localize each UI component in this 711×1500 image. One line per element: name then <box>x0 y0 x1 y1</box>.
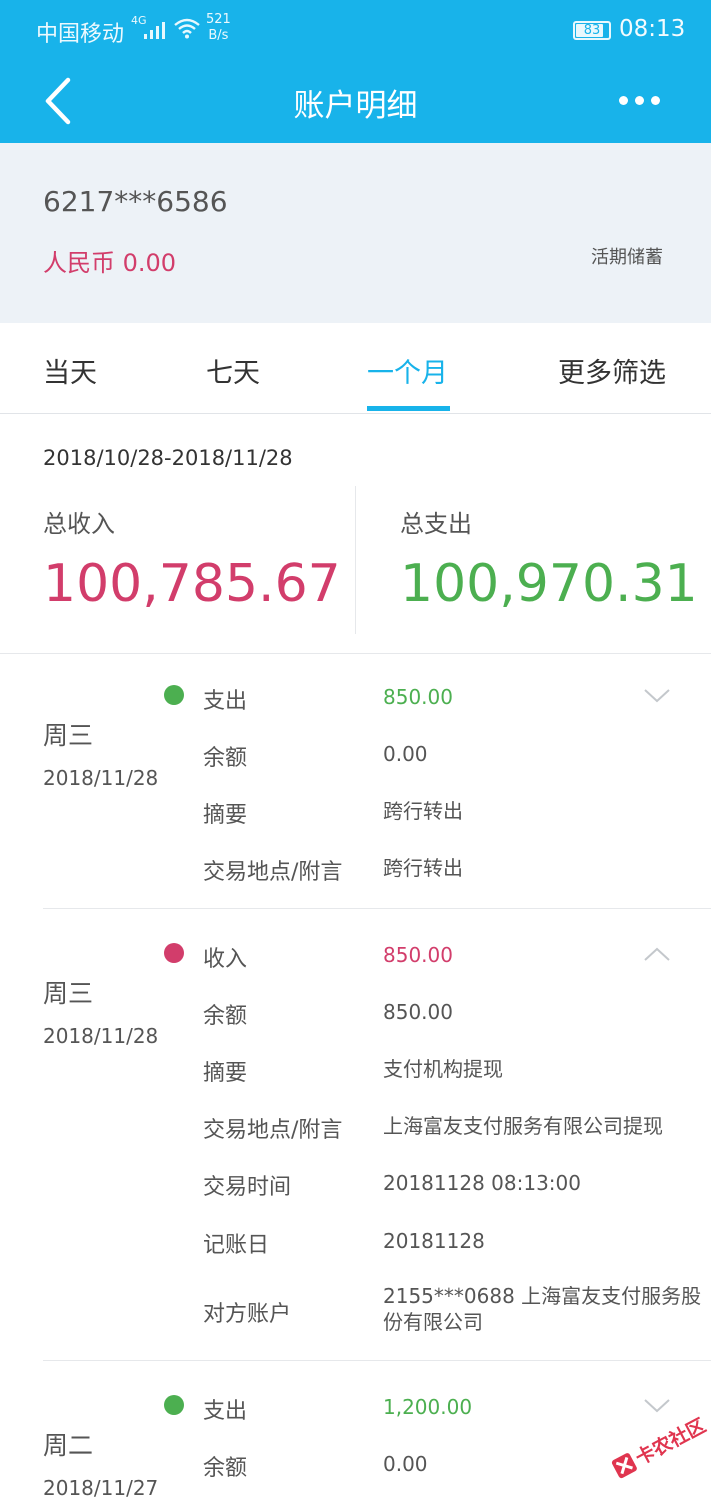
counterparty-account-value: 2155***0688 上海富友支付服务股份有限公司 <box>383 1284 702 1334</box>
location-note-label: 交易地点/附言 <box>203 860 343 885</box>
posting-date-value: 20181128 <box>383 1229 485 1253</box>
counterparty-account-label: 对方账户 <box>203 1302 292 1327</box>
transaction-weekday: 周三 <box>43 979 94 1008</box>
location-note-label: 交易地点/附言 <box>203 1118 343 1143</box>
transaction-type-label: 支出 <box>203 1399 248 1424</box>
transaction-date: 2018/11/28 <box>43 766 159 790</box>
posting-date-label: 记账日 <box>203 1233 270 1258</box>
summary-label: 摘要 <box>203 1061 248 1086</box>
wifi-icon <box>174 18 200 39</box>
signal-icon <box>144 22 165 39</box>
account-balance: 人民币 0.00 <box>43 249 177 277</box>
tab-seven-days[interactable]: 七天 <box>206 351 260 390</box>
balance-label: 余额 <box>203 1456 248 1481</box>
more-button[interactable] <box>616 86 662 116</box>
transaction-time-label: 交易时间 <box>203 1175 292 1200</box>
tab-today[interactable]: 当天 <box>43 351 97 390</box>
row-divider <box>43 1360 711 1361</box>
summary-panel: 2018/10/28-2018/11/28 总收入 100,785.67 总支出… <box>0 414 711 654</box>
more-dot-icon <box>651 96 660 105</box>
watermark-logo: 卡农社区 <box>611 1414 710 1479</box>
balance-value: 850.00 <box>383 1000 453 1024</box>
network-speed: 521 B/s <box>206 12 231 44</box>
account-number: 6217***6586 <box>43 185 228 218</box>
balance-label: 余额 <box>203 746 248 771</box>
transaction-weekday: 周三 <box>43 721 94 750</box>
tab-more-filters[interactable]: 更多筛选 <box>558 351 666 390</box>
balance-value: 0.00 <box>383 742 428 766</box>
network-speed-value: 521 <box>206 12 231 27</box>
transaction-type-label: 支出 <box>203 689 248 714</box>
status-bar: 中国移动 4G 521 B/s 83 08:13 <box>0 0 711 62</box>
active-tab-indicator <box>367 406 450 411</box>
summary-label: 摘要 <box>203 803 248 828</box>
chevron-up-icon[interactable] <box>643 946 671 962</box>
battery-icon: 83 <box>573 21 611 40</box>
summary-value: 支付机构提现 <box>383 1057 503 1081</box>
page-title: 账户明细 <box>293 88 418 124</box>
date-filter-tabs: 当天 七天 一个月 更多筛选 <box>0 323 711 414</box>
transaction-type-label: 收入 <box>203 947 248 972</box>
summary-divider <box>355 486 356 634</box>
total-expense-label: 总支出 <box>400 510 472 538</box>
transaction-date: 2018/11/27 <box>43 1476 159 1500</box>
battery-level: 83 <box>583 23 601 38</box>
svg-text:卡农社区: 卡农社区 <box>632 1414 710 1470</box>
more-dot-icon <box>619 96 628 105</box>
more-dot-icon <box>635 96 644 105</box>
location-note-value: 跨行转出 <box>383 856 463 880</box>
carrier-name: 中国移动 <box>36 22 125 47</box>
transaction-date: 2018/11/28 <box>43 1024 159 1048</box>
row-divider <box>43 908 711 909</box>
app-header: 中国移动 4G 521 B/s 83 08:13 账户明细 <box>0 0 711 143</box>
chevron-down-icon[interactable] <box>643 688 671 704</box>
total-income-label: 总收入 <box>43 510 115 538</box>
total-expense-value: 100,970.31 <box>400 554 698 614</box>
income-dot-icon <box>164 943 184 963</box>
network-speed-unit: B/s <box>208 28 229 43</box>
account-card: 6217***6586 人民币 0.00 活期储蓄 <box>0 143 711 323</box>
balance-label: 余额 <box>203 1004 248 1029</box>
expense-dot-icon <box>164 1395 184 1415</box>
date-range: 2018/10/28-2018/11/28 <box>43 446 293 470</box>
location-note-value: 上海富友支付服务有限公司提现 <box>383 1114 663 1138</box>
total-income-value: 100,785.67 <box>43 554 341 614</box>
summary-value: 跨行转出 <box>383 799 463 823</box>
account-type: 活期储蓄 <box>591 247 663 268</box>
transaction-weekday: 周二 <box>43 1431 94 1460</box>
tab-one-month[interactable]: 一个月 <box>367 351 448 390</box>
status-time: 08:13 <box>619 16 686 42</box>
transaction-time-value: 20181128 08:13:00 <box>383 1171 581 1195</box>
expense-dot-icon <box>164 685 184 705</box>
